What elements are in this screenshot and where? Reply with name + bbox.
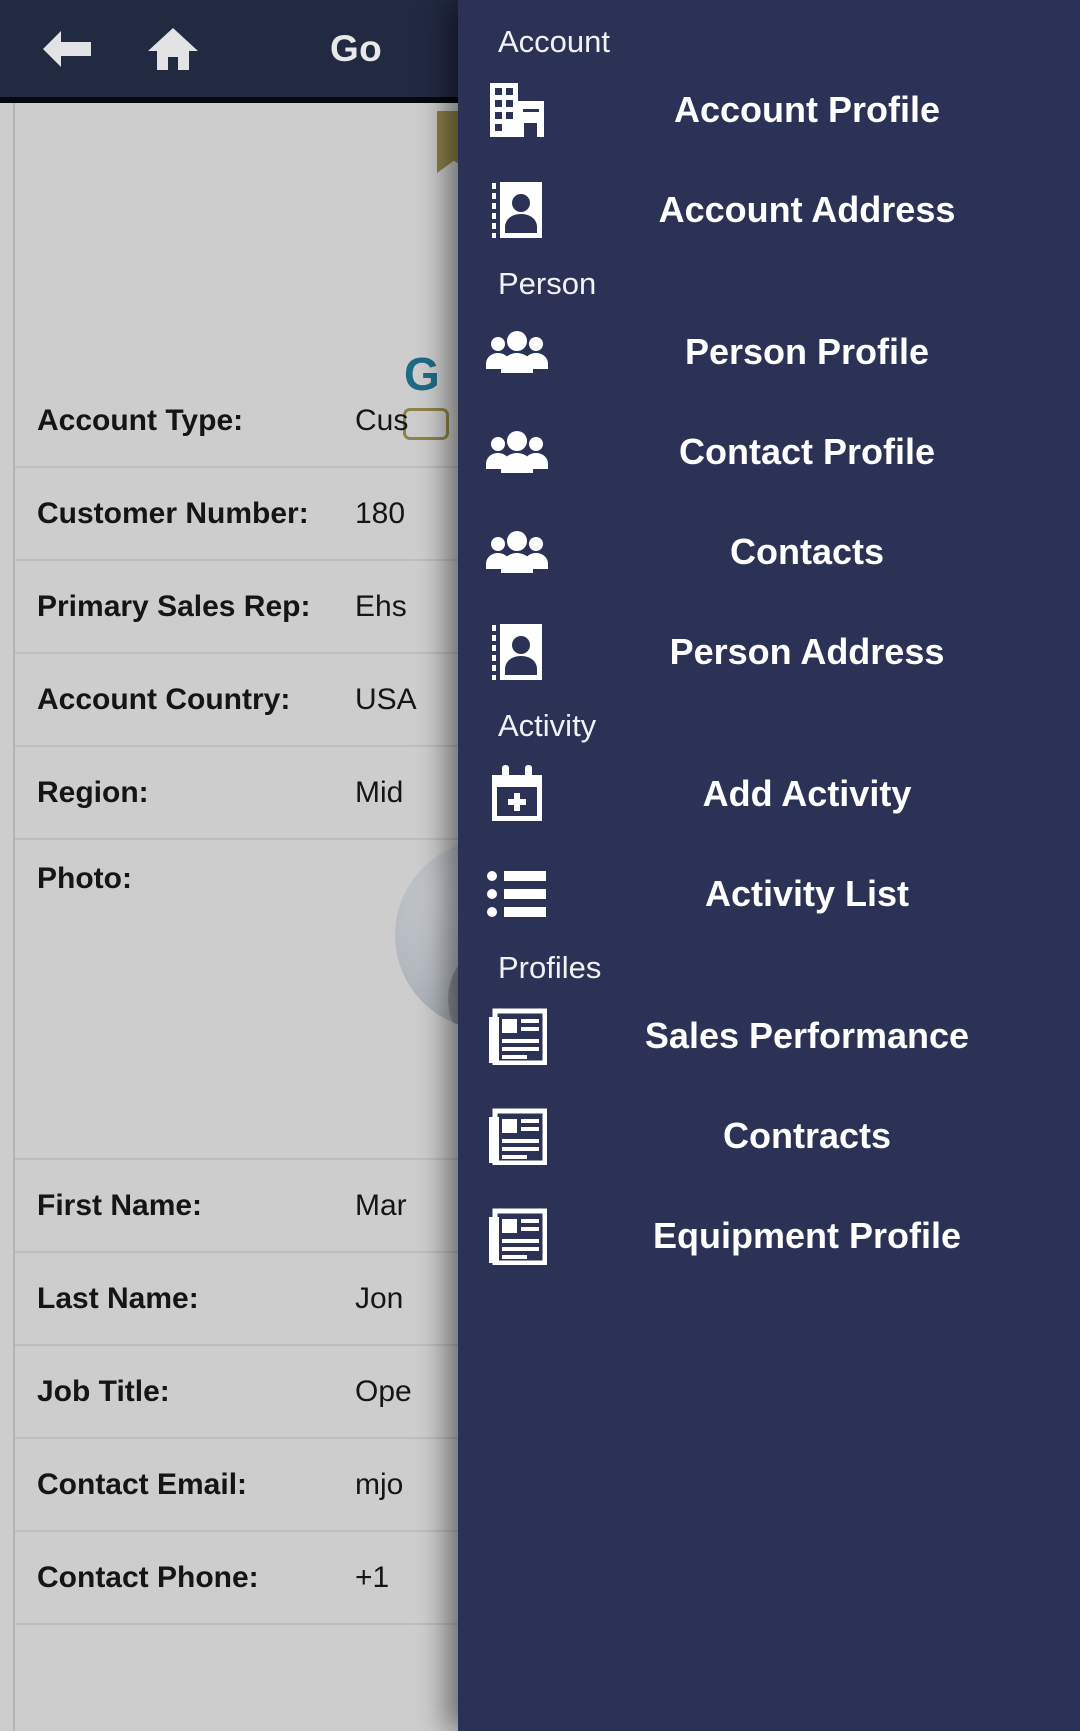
drawer-item-label: Equipment Profile bbox=[652, 1215, 962, 1256]
drawer-section-title: Profiles bbox=[498, 950, 602, 985]
drawer-item-label: Activity List bbox=[704, 873, 910, 914]
drawer-item-activity-list[interactable]: Activity List bbox=[458, 844, 1080, 944]
field-value: Cus bbox=[355, 403, 409, 437]
field-label: First Name: bbox=[37, 1188, 203, 1222]
field-value: USA bbox=[355, 682, 417, 716]
field-value: Ehs bbox=[355, 589, 407, 623]
field-label: Primary Sales Rep: bbox=[37, 589, 311, 623]
calendar-plus-icon bbox=[474, 763, 560, 825]
drawer-section-title: Activity bbox=[498, 708, 597, 743]
field-label: Customer Number: bbox=[37, 496, 309, 530]
drawer-item-person-address[interactable]: Person Address bbox=[458, 602, 1080, 702]
drawer-item-contacts[interactable]: Contacts bbox=[458, 502, 1080, 602]
drawer-item-label: Account Address bbox=[658, 189, 956, 230]
drawer-item-equipment-profile[interactable]: Equipment Profile bbox=[458, 1186, 1080, 1286]
drawer-item-label: Sales Performance bbox=[644, 1015, 970, 1056]
field-label: Contact Phone: bbox=[37, 1560, 259, 1594]
home-button[interactable] bbox=[136, 12, 210, 86]
drawer-item-label: Contacts bbox=[729, 531, 885, 572]
contact-card-icon bbox=[474, 621, 560, 683]
field-value: Jon bbox=[355, 1281, 404, 1315]
drawer-item-contracts[interactable]: Contracts bbox=[458, 1086, 1080, 1186]
drawer-section-title: Account bbox=[498, 24, 611, 59]
drawer-item-person-profile[interactable]: Person Profile bbox=[458, 302, 1080, 402]
drawer-item-account-profile[interactable]: Account Profile bbox=[458, 60, 1080, 160]
drawer-item-label: Contact Profile bbox=[678, 431, 936, 472]
drawer-item-label: Account Profile bbox=[673, 89, 941, 130]
back-button[interactable] bbox=[30, 12, 104, 86]
contact-card-icon bbox=[474, 179, 560, 241]
drawer-item-label: Add Activity bbox=[702, 773, 912, 814]
field-value: Mar bbox=[355, 1188, 407, 1222]
field-value: 180 bbox=[355, 496, 406, 530]
app-screen: Go G Account Type: Cus Customer Number: 180… bbox=[0, 0, 1080, 1731]
field-label: Region: bbox=[37, 775, 149, 809]
home-icon bbox=[147, 25, 199, 73]
drawer-section-title: Person bbox=[498, 266, 597, 301]
office-building-icon bbox=[474, 79, 560, 141]
people-group-icon bbox=[474, 330, 560, 374]
people-group-icon bbox=[474, 430, 560, 474]
bulleted-list-icon bbox=[474, 868, 560, 920]
field-label: Account Type: bbox=[37, 403, 244, 437]
drawer-item-sales-performance[interactable]: Sales Performance bbox=[458, 986, 1080, 1086]
field-value: Ope bbox=[355, 1374, 412, 1408]
drawer-item-label: Contracts bbox=[722, 1115, 892, 1156]
arrow-left-icon bbox=[39, 27, 95, 71]
field-label: Account Country: bbox=[37, 682, 291, 716]
drawer-item-label: Person Address bbox=[669, 631, 945, 672]
drawer-item-account-address[interactable]: Account Address bbox=[458, 160, 1080, 260]
field-value: Mid bbox=[355, 775, 404, 809]
page-title: Go bbox=[330, 27, 382, 69]
newspaper-icon bbox=[474, 1007, 560, 1065]
drawer-item-label: Person Profile bbox=[684, 331, 930, 372]
field-value: +1 bbox=[355, 1560, 390, 1594]
navigation-drawer[interactable]: Account Account Profile Account Address Per… bbox=[458, 0, 1080, 1731]
newspaper-icon bbox=[474, 1107, 560, 1165]
field-label: Contact Email: bbox=[37, 1467, 248, 1501]
drawer-item-contact-profile[interactable]: Contact Profile bbox=[458, 402, 1080, 502]
drawer-item-add-activity[interactable]: Add Activity bbox=[458, 744, 1080, 844]
field-label: Photo: bbox=[37, 862, 132, 895]
people-group-icon bbox=[474, 530, 560, 574]
field-value: mjo bbox=[355, 1467, 404, 1501]
field-label: Job Title: bbox=[37, 1374, 170, 1408]
newspaper-icon bbox=[474, 1207, 560, 1265]
field-label: Last Name: bbox=[37, 1281, 199, 1315]
